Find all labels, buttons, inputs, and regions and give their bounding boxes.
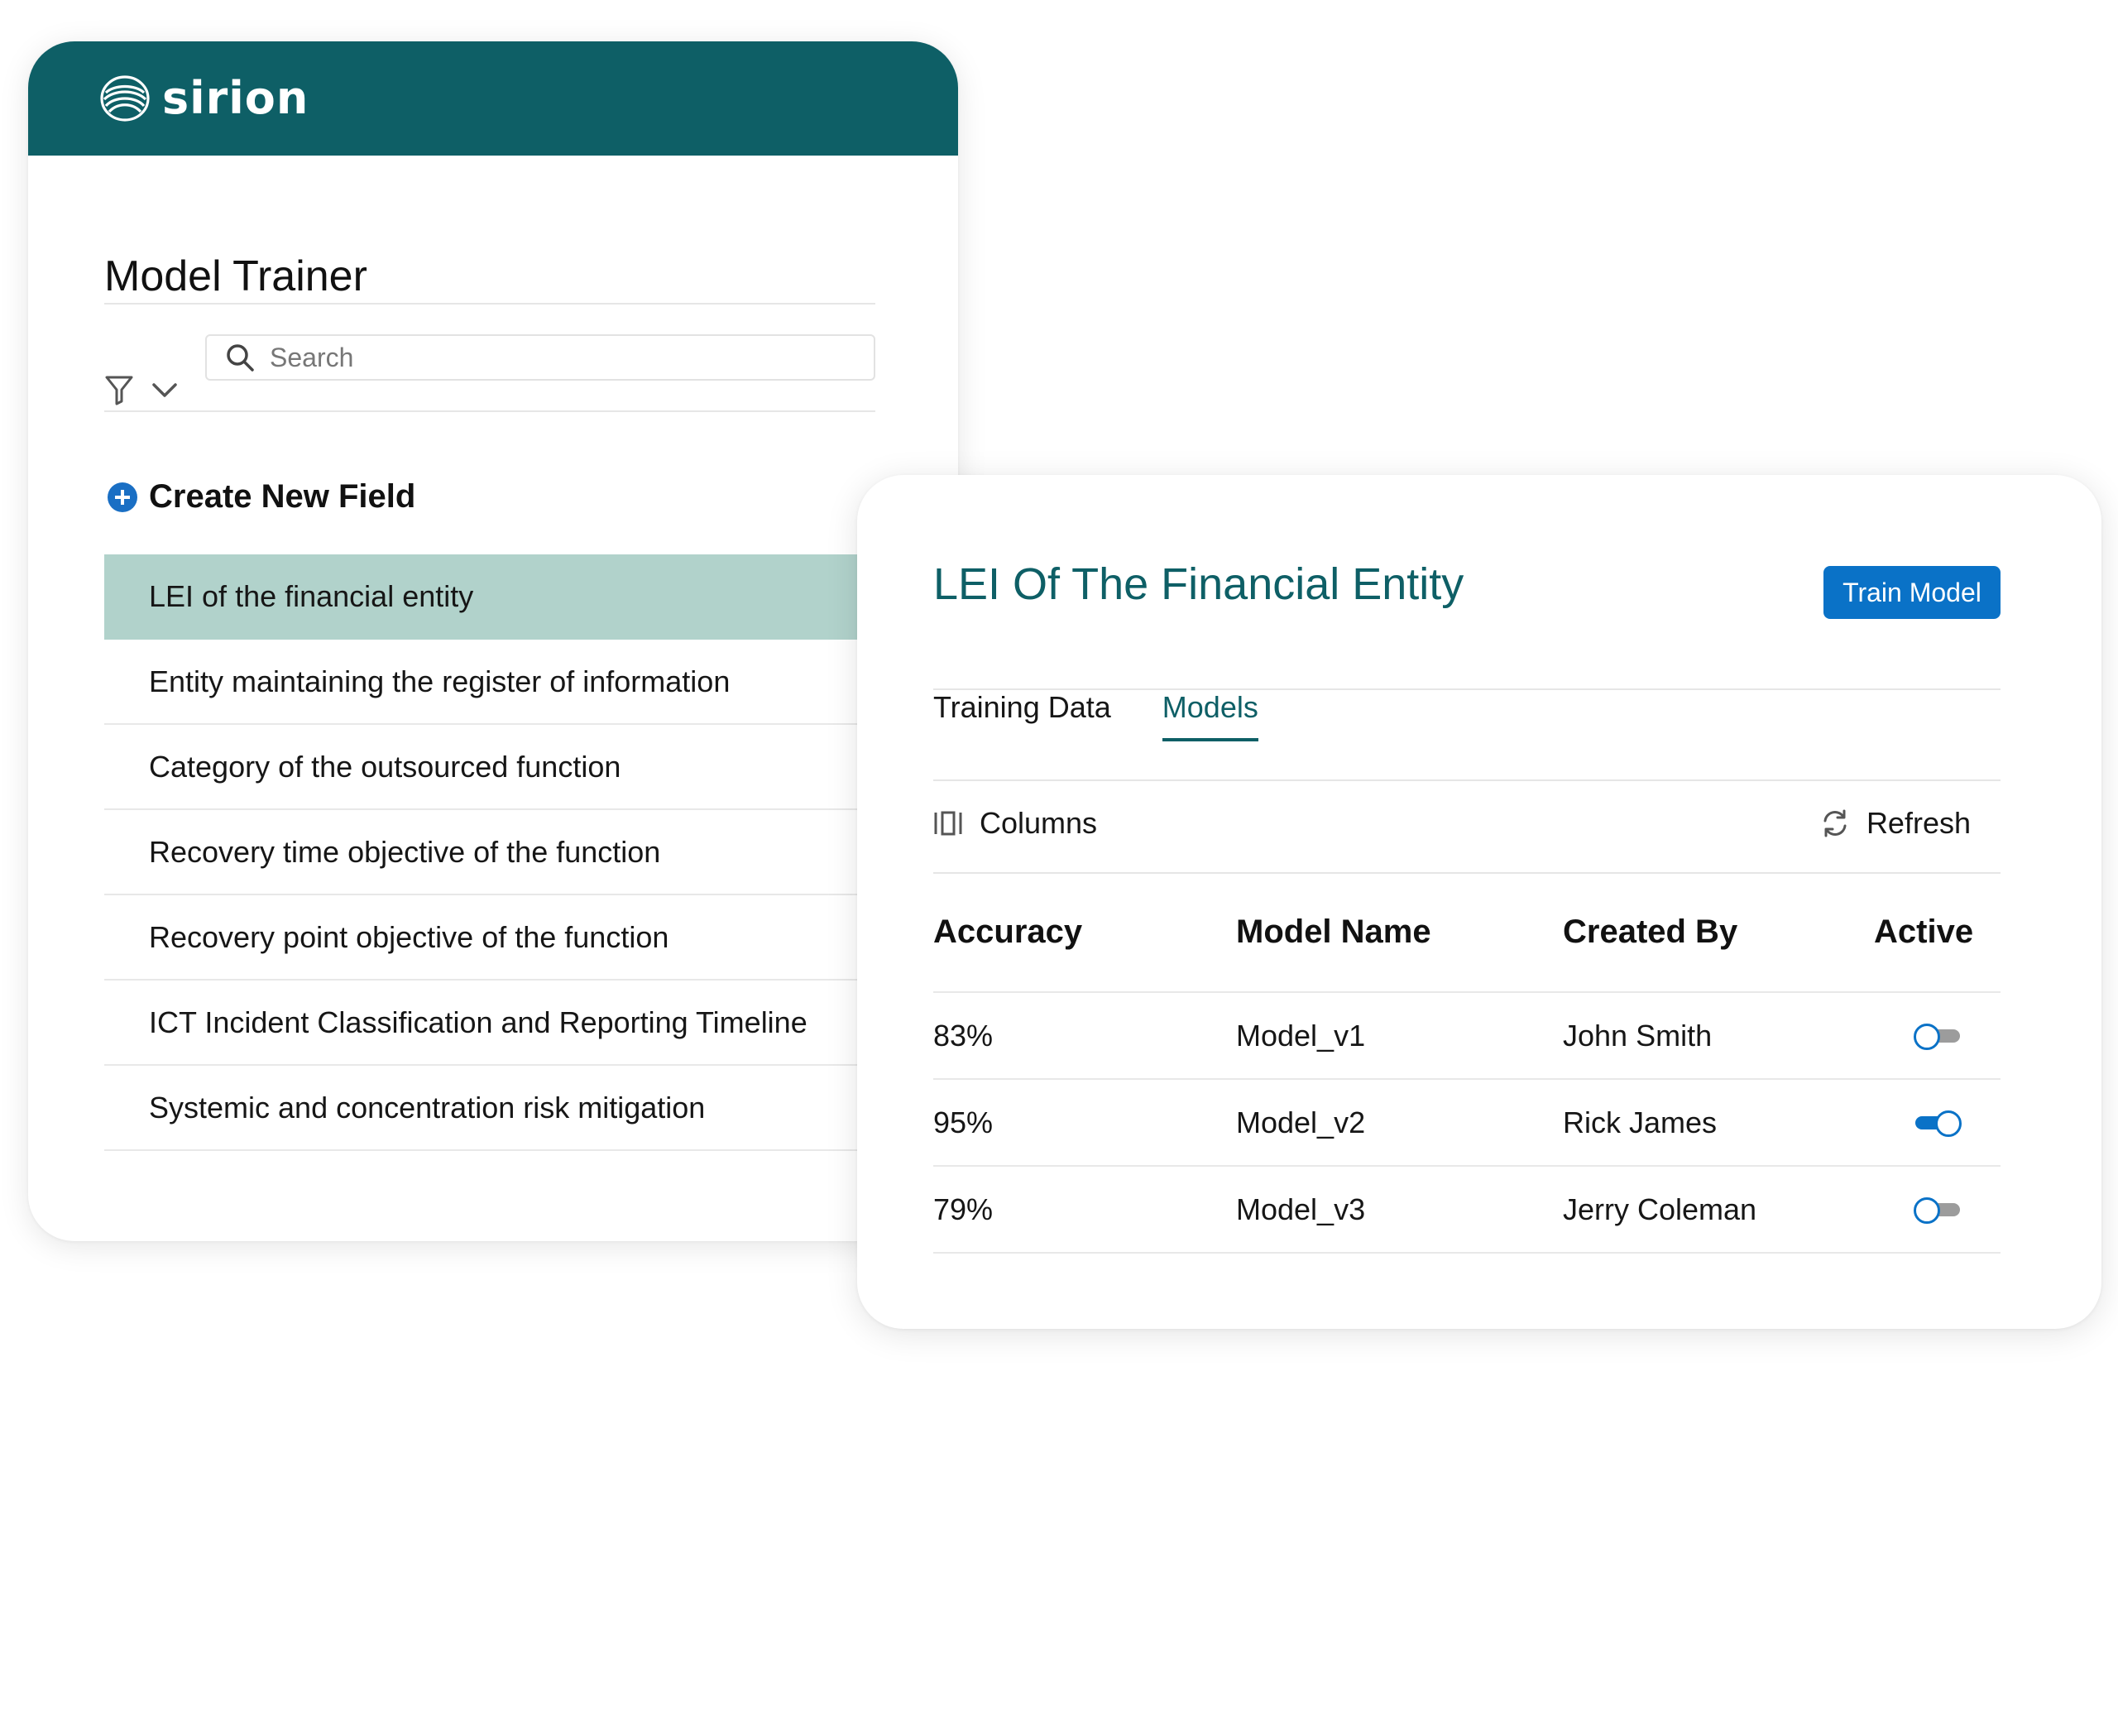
- logo-text: sirion: [162, 72, 309, 124]
- field-item-entity-register[interactable]: Entity maintaining the register of infor…: [104, 640, 958, 725]
- refresh-icon: [1823, 809, 1847, 837]
- field-item-recovery-time[interactable]: Recovery time objective of the function: [104, 810, 958, 895]
- field-item-label: ICT Incident Classification and Reportin…: [149, 1005, 807, 1039]
- search-input[interactable]: [268, 341, 851, 374]
- active-cell: [1874, 1196, 2001, 1224]
- active-toggle[interactable]: [1914, 1110, 1962, 1137]
- created-by-cell: John Smith: [1563, 1018, 1713, 1053]
- toggle-knob: [1913, 1196, 1940, 1224]
- train-model-button[interactable]: Train Model: [1823, 566, 2001, 619]
- accuracy-cell: 83%: [933, 1018, 994, 1053]
- active-toggle[interactable]: [1913, 1023, 1962, 1050]
- field-item-label: Systemic and concentration risk mitigati…: [149, 1090, 706, 1125]
- field-item-label: Recovery point objective of the function: [149, 919, 669, 954]
- toggle-knob: [1934, 1110, 1962, 1137]
- field-item-outsourced-category[interactable]: Category of the outsourced function: [104, 725, 958, 810]
- columns-label: Columns: [980, 806, 1098, 840]
- table-row[interactable]: 79% Model_v3 Jerry Coleman: [933, 1167, 2001, 1254]
- model-name-cell: Model_v3: [1236, 1192, 1366, 1226]
- columns-icon: [934, 811, 962, 836]
- field-item-label: Entity maintaining the register of infor…: [149, 664, 731, 698]
- refresh-button[interactable]: Refresh: [1820, 806, 1971, 841]
- active-cell: [1874, 1110, 2001, 1137]
- table-row[interactable]: 95% Model_v2 Rick James: [933, 1080, 2001, 1167]
- columns-button[interactable]: Columns: [933, 806, 1097, 841]
- sirion-logo[interactable]: sirion: [99, 74, 309, 122]
- field-list: LEI of the financial entity Entity maint…: [104, 554, 958, 1151]
- column-header-accuracy[interactable]: Accuracy: [933, 914, 1236, 951]
- active-cell: [1874, 1023, 2001, 1050]
- title-divider: [104, 303, 875, 305]
- detail-tabs: Training Data Models: [933, 680, 1258, 741]
- field-item-recovery-point[interactable]: Recovery point objective of the function: [104, 895, 958, 981]
- filter-icon: [105, 376, 133, 405]
- table-header-row: Accuracy Model Name Created By Active: [933, 872, 2001, 993]
- table-toolbar: Columns Refresh: [933, 806, 2001, 841]
- chevron-down-icon: [152, 383, 177, 397]
- field-item-ict-incident[interactable]: ICT Incident Classification and Reportin…: [104, 981, 958, 1066]
- refresh-label: Refresh: [1866, 806, 1971, 840]
- tab-models[interactable]: Models: [1162, 680, 1258, 741]
- field-detail-panel: LEI Of The Financial Entity Train Model …: [857, 475, 2101, 1329]
- accuracy-cell: 95%: [933, 1105, 994, 1139]
- tab-training-data[interactable]: Training Data: [933, 680, 1111, 741]
- page-title: Model Trainer: [104, 252, 367, 300]
- field-item-systemic-risk[interactable]: Systemic and concentration risk mitigati…: [104, 1066, 958, 1151]
- search-icon: [227, 344, 254, 372]
- field-item-label: LEI of the financial entity: [149, 578, 474, 613]
- model-name-cell: Model_v1: [1236, 1018, 1366, 1053]
- toggle-knob: [1913, 1023, 1940, 1050]
- search-box: [205, 334, 875, 381]
- search-divider: [104, 410, 875, 412]
- tabs-divider: [933, 779, 2001, 781]
- model-trainer-panel: sirion Model Trainer Create New Field LE…: [28, 41, 958, 1241]
- field-detail-title: LEI Of The Financial Entity: [933, 559, 1464, 609]
- app-header: sirion: [28, 41, 958, 156]
- filter-controls: [104, 374, 179, 405]
- sirion-logo-icon: [100, 75, 150, 122]
- table-row[interactable]: 83% Model_v1 John Smith: [933, 993, 2001, 1080]
- create-new-field-label: Create New Field: [149, 478, 416, 515]
- field-item-label: Recovery time objective of the function: [149, 834, 661, 869]
- create-new-field-button[interactable]: Create New Field: [108, 478, 415, 516]
- plus-circle-icon: [108, 482, 137, 512]
- created-by-cell: Rick James: [1563, 1105, 1718, 1139]
- models-table: Accuracy Model Name Created By Active 83…: [933, 872, 2001, 1254]
- column-header-created-by[interactable]: Created By: [1563, 914, 1874, 951]
- column-header-active[interactable]: Active: [1874, 914, 2001, 951]
- accuracy-cell: 79%: [933, 1192, 994, 1226]
- model-name-cell: Model_v2: [1236, 1105, 1366, 1139]
- filter-dropdown-button[interactable]: [104, 374, 179, 405]
- active-toggle[interactable]: [1913, 1196, 1962, 1224]
- created-by-cell: Jerry Coleman: [1563, 1192, 1757, 1226]
- column-header-model-name[interactable]: Model Name: [1236, 914, 1563, 951]
- field-item-lei[interactable]: LEI of the financial entity: [104, 554, 958, 640]
- field-item-label: Category of the outsourced function: [149, 749, 621, 784]
